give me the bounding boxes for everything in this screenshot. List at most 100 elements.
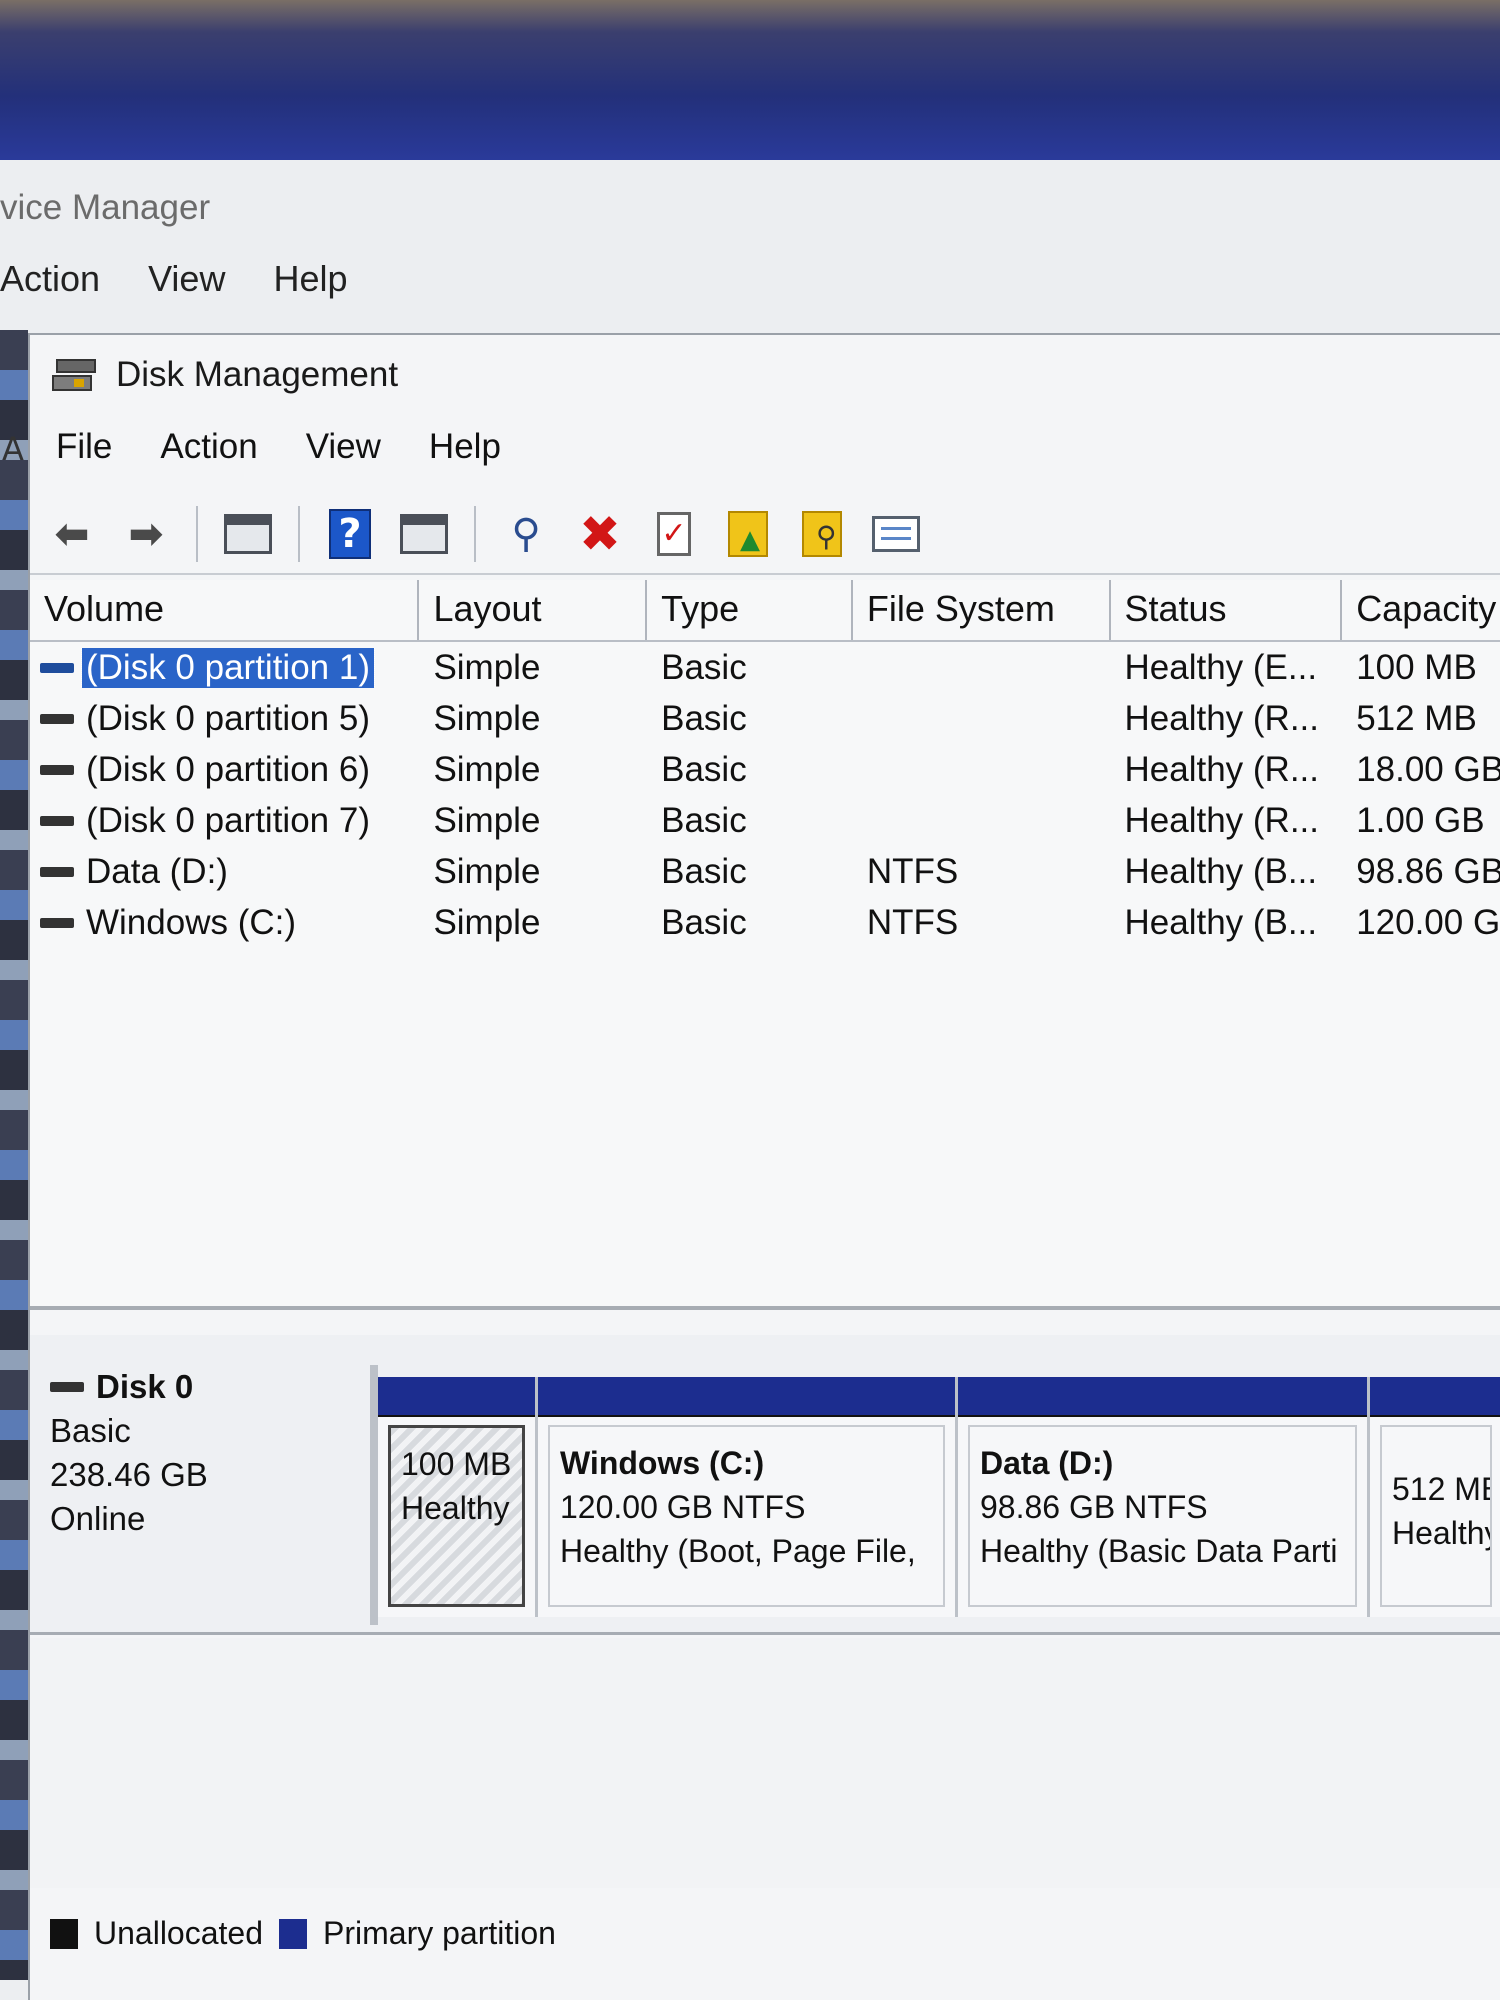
legend-swatch-unallocated	[50, 1918, 78, 1949]
volume-icon	[40, 713, 74, 724]
toolbar: ⬅ ➡ ? ⚲ ✖ ✓ ▲ ⚲	[30, 495, 1500, 575]
folder-up-icon[interactable]: ▲	[720, 506, 776, 562]
volume-status: Healthy (B...	[1124, 902, 1318, 942]
parent-menu-action[interactable]: Action	[0, 258, 100, 300]
volume-list-header: Volume Layout Type File System Status Ca…	[30, 580, 1500, 642]
disk-info-divider	[370, 1365, 378, 1625]
partition-block-data[interactable]: Data (D:) 98.86 GB NTFS Healthy (Basic D…	[958, 1377, 1370, 1617]
volume-name: Windows (C:)	[86, 902, 297, 942]
volume-layout: Simple	[433, 902, 541, 942]
column-header-file-system[interactable]: File System	[853, 580, 1111, 640]
partition-status: Healthy	[401, 1490, 510, 1526]
volume-capacity: 100 MB	[1356, 647, 1477, 687]
menu-view[interactable]: View	[306, 427, 381, 467]
volume-status: Healthy (B...	[1124, 851, 1318, 891]
table-row[interactable]: (Disk 0 partition 5) Simple Basic Health…	[30, 693, 1500, 744]
disk-management-icon	[52, 357, 98, 393]
volume-name: (Disk 0 partition 6)	[86, 749, 370, 789]
volume-capacity: 18.00 GB	[1356, 749, 1500, 789]
list-view-icon[interactable]	[868, 506, 924, 562]
parent-menu-view[interactable]: View	[148, 258, 225, 300]
legend-label-unallocated: Unallocated	[94, 1915, 263, 1951]
disk-icon	[50, 1382, 84, 1392]
volume-layout: Simple	[433, 749, 541, 789]
volume-type: Basic	[661, 851, 747, 891]
disk-management-window: Disk Management File Action View Help ⬅ …	[28, 333, 1500, 2000]
volume-layout: Simple	[433, 851, 541, 891]
partition-bar	[378, 1377, 535, 1417]
window-title: Disk Management	[116, 355, 399, 394]
help-icon[interactable]: ?	[322, 506, 378, 562]
volume-layout: Simple	[433, 647, 541, 687]
volume-type: Basic	[661, 800, 747, 840]
partition-block-windows[interactable]: Windows (C:) 120.00 GB NTFS Healthy (Boo…	[538, 1377, 958, 1617]
partition-name: Data (D:)	[980, 1445, 1114, 1481]
column-header-layout[interactable]: Layout	[419, 580, 648, 640]
menu-action[interactable]: Action	[160, 427, 257, 467]
partition-size: 512 MB	[1392, 1471, 1492, 1507]
device-manager-title: vice Manager	[0, 188, 211, 227]
empty-disk-area	[30, 1638, 1500, 1888]
device-manager-menubar: Action View Help	[0, 258, 348, 300]
toolbar-separator	[474, 506, 476, 562]
disk-0-info[interactable]: Disk 0 Basic 238.46 GB Online	[50, 1365, 370, 1625]
volume-icon	[40, 662, 74, 673]
menu-file[interactable]: File	[56, 427, 112, 467]
volume-capacity: 98.86 GB	[1356, 851, 1500, 891]
volume-file-system: NTFS	[866, 902, 959, 942]
volume-list: Volume Layout Type File System Status Ca…	[30, 580, 1500, 1310]
toolbar-separator	[196, 506, 198, 562]
partition-block-system[interactable]: 100 MB Healthy	[378, 1377, 538, 1617]
column-header-status[interactable]: Status	[1111, 580, 1343, 640]
volume-name: Data (D:)	[86, 851, 228, 891]
forward-arrow-icon[interactable]: ➡	[118, 506, 174, 562]
volume-name: (Disk 0 partition 1)	[81, 647, 375, 688]
menu-help[interactable]: Help	[429, 427, 501, 467]
show-action-pane-icon[interactable]	[396, 506, 452, 562]
column-header-type[interactable]: Type	[647, 580, 853, 640]
partition-size: 98.86 GB NTFS	[980, 1489, 1208, 1525]
partition-status: Healthy (Boot, Page File,	[560, 1533, 916, 1569]
legend: Unallocated Primary partition	[50, 1915, 556, 1952]
volume-layout: Simple	[433, 698, 541, 738]
table-row[interactable]: Data (D:) Simple Basic NTFS Healthy (B..…	[30, 846, 1500, 897]
disk-management-titlebar: Disk Management	[30, 335, 1500, 415]
table-row[interactable]: Windows (C:) Simple Basic NTFS Healthy (…	[30, 897, 1500, 948]
volume-icon	[40, 764, 74, 775]
show-hide-console-tree-icon[interactable]	[220, 506, 276, 562]
volume-capacity: 120.00 GB	[1356, 902, 1500, 942]
back-arrow-icon[interactable]: ⬅	[44, 506, 100, 562]
volume-status: Healthy (R...	[1124, 698, 1320, 738]
parent-menu-help[interactable]: Help	[273, 258, 347, 300]
parent-side-letter: A	[2, 430, 24, 468]
properties-checklist-icon[interactable]: ✓	[646, 506, 702, 562]
partition-block-recovery[interactable]: 512 MB Healthy (	[1370, 1377, 1500, 1617]
volume-icon	[40, 815, 74, 826]
disk-name: Disk 0	[96, 1368, 194, 1405]
table-row[interactable]: (Disk 0 partition 1) Simple Basic Health…	[30, 642, 1500, 693]
volume-layout: Simple	[433, 800, 541, 840]
volume-capacity: 1.00 GB	[1356, 800, 1485, 840]
device-tree-strip	[0, 330, 28, 1980]
partition-status: Healthy (	[1392, 1515, 1492, 1551]
volume-type: Basic	[661, 902, 747, 942]
volume-icon	[40, 866, 74, 877]
disk-state: Online	[50, 1500, 146, 1537]
volume-type: Basic	[661, 647, 747, 687]
partition-size: 100 MB	[401, 1446, 512, 1482]
partition-bar	[538, 1377, 955, 1417]
folder-search-icon[interactable]: ⚲	[794, 506, 850, 562]
table-row[interactable]: (Disk 0 partition 7) Simple Basic Health…	[30, 795, 1500, 846]
volume-status: Healthy (R...	[1124, 800, 1320, 840]
delete-icon[interactable]: ✖	[572, 506, 628, 562]
partition-size: 120.00 GB NTFS	[560, 1489, 806, 1525]
disk-size: 238.46 GB	[50, 1456, 208, 1493]
volume-name: (Disk 0 partition 7)	[86, 800, 370, 840]
column-header-volume[interactable]: Volume	[30, 580, 420, 640]
column-header-capacity[interactable]: Capacity	[1342, 580, 1500, 640]
connect-disk-icon[interactable]: ⚲	[498, 506, 554, 562]
volume-status: Healthy (R...	[1124, 749, 1320, 789]
partition-name: Windows (C:)	[560, 1445, 765, 1481]
table-row[interactable]: (Disk 0 partition 6) Simple Basic Health…	[30, 744, 1500, 795]
volume-status: Healthy (E...	[1124, 647, 1318, 687]
